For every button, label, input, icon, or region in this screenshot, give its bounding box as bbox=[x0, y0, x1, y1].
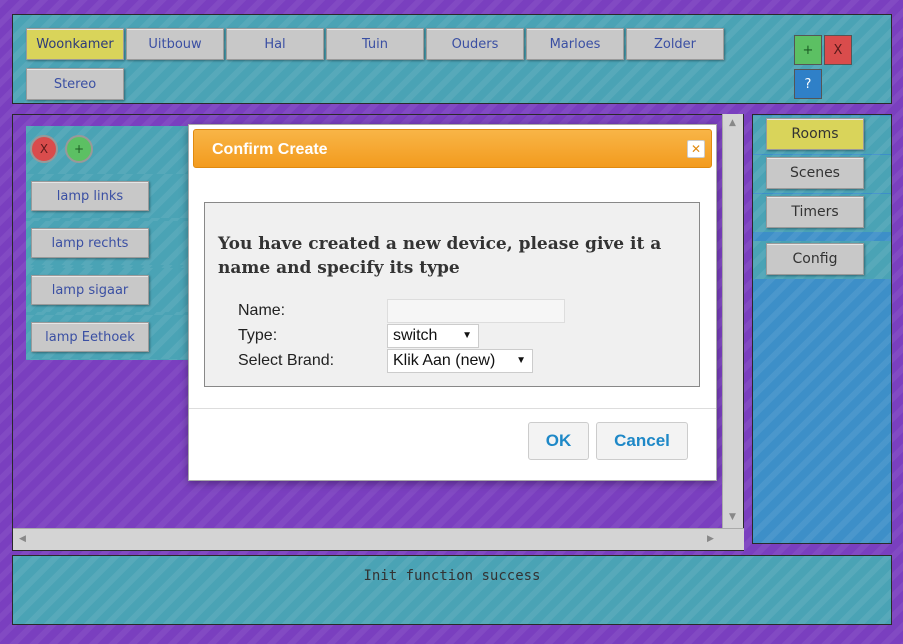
tab-zolder[interactable]: Zolder bbox=[626, 28, 724, 60]
device-lamp-eethoek[interactable]: lamp Eethoek bbox=[31, 322, 149, 352]
cancel-button[interactable]: Cancel bbox=[596, 422, 688, 460]
menu-scenes[interactable]: Scenes bbox=[766, 157, 864, 189]
type-select[interactable]: switch ▼ bbox=[387, 324, 479, 348]
dialog-divider bbox=[189, 408, 716, 409]
tab-woonkamer[interactable]: Woonkamer bbox=[26, 28, 124, 60]
chevron-down-icon: ▼ bbox=[462, 330, 472, 341]
tab-ouders[interactable]: Ouders bbox=[426, 28, 524, 60]
scroll-right-icon[interactable]: ▶ bbox=[707, 534, 714, 544]
scroll-down-icon[interactable]: ▼ bbox=[729, 512, 736, 522]
device-lamp-rechts[interactable]: lamp rechts bbox=[31, 228, 149, 258]
scroll-left-icon[interactable]: ◀ bbox=[19, 534, 26, 544]
type-select-value: switch bbox=[393, 327, 438, 344]
brand-select-value: Klik Aan (new) bbox=[393, 352, 496, 369]
confirm-create-dialog: Confirm Create ✕ You have created a new … bbox=[188, 124, 717, 481]
chevron-down-icon: ▼ bbox=[516, 355, 526, 366]
vertical-scrollbar[interactable]: ▲ ▼ bbox=[722, 114, 743, 528]
add-device-button[interactable]: + bbox=[65, 135, 93, 163]
dialog-titlebar[interactable]: Confirm Create ✕ bbox=[193, 129, 712, 168]
ok-button[interactable]: OK bbox=[528, 422, 589, 460]
help-button[interactable]: ? bbox=[794, 69, 822, 99]
dialog-message: You have created a new device, please gi… bbox=[218, 234, 662, 278]
menu-timers[interactable]: Timers bbox=[766, 196, 864, 228]
remove-room-button[interactable]: X bbox=[824, 35, 852, 65]
status-bar: Init function success bbox=[12, 555, 892, 625]
device-lamp-links[interactable]: lamp links bbox=[31, 181, 149, 211]
name-label: Name: bbox=[238, 302, 286, 319]
device-lamp-sigaar[interactable]: lamp sigaar bbox=[31, 275, 149, 305]
dialog-title: Confirm Create bbox=[212, 141, 328, 158]
add-room-button[interactable]: + bbox=[794, 35, 822, 65]
remove-device-button[interactable]: X bbox=[30, 135, 58, 163]
menu-rooms[interactable]: Rooms bbox=[766, 118, 864, 150]
menu-config[interactable]: Config bbox=[766, 243, 864, 275]
tab-marloes[interactable]: Marloes bbox=[526, 28, 624, 60]
tab-tuin[interactable]: Tuin bbox=[326, 28, 424, 60]
scroll-up-icon[interactable]: ▲ bbox=[729, 118, 736, 128]
close-icon[interactable]: ✕ bbox=[687, 140, 705, 158]
tab-hal[interactable]: Hal bbox=[226, 28, 324, 60]
name-input[interactable] bbox=[387, 299, 565, 323]
dialog-content: You have created a new device, please gi… bbox=[204, 202, 700, 387]
brand-label: Select Brand: bbox=[238, 352, 335, 369]
status-text: Init function success bbox=[363, 568, 541, 584]
type-label: Type: bbox=[238, 327, 278, 344]
tab-uitbouw[interactable]: Uitbouw bbox=[126, 28, 224, 60]
tab-stereo[interactable]: Stereo bbox=[26, 68, 124, 100]
brand-select[interactable]: Klik Aan (new) ▼ bbox=[387, 349, 533, 373]
horizontal-scrollbar[interactable]: ◀ ▶ bbox=[13, 528, 744, 550]
